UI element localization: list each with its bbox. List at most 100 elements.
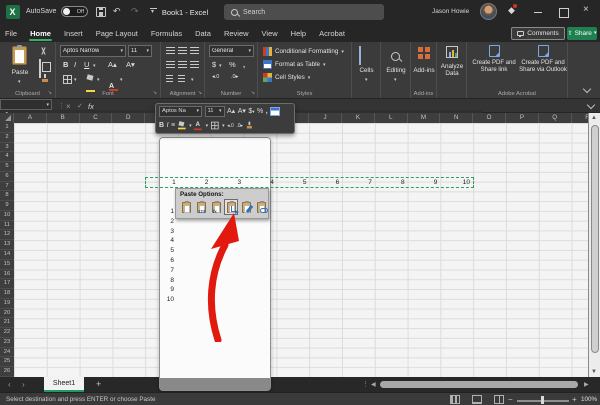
grid-cells[interactable] <box>14 123 588 377</box>
acrobat-button-1[interactable]: Create PDF and Share link <box>470 45 518 74</box>
insert-function-icon[interactable]: fx <box>88 102 94 111</box>
row-header-19[interactable]: 19 <box>0 299 14 309</box>
scroll-down-icon[interactable]: ▼ <box>591 369 597 375</box>
minimize-button[interactable] <box>533 7 543 17</box>
increase-indent-icon[interactable] <box>178 75 185 82</box>
mini-format-table-icon[interactable] <box>270 106 281 116</box>
font-size-select[interactable]: 11 ▾ <box>128 45 152 57</box>
mini-percent-icon[interactable]: % <box>257 108 263 115</box>
accounting-dropdown-icon[interactable]: ▾ <box>219 63 222 69</box>
align-bottom-icon[interactable] <box>190 47 199 54</box>
page-break-view-icon[interactable] <box>494 395 504 404</box>
row-header-1[interactable]: 1 <box>0 123 14 133</box>
close-button[interactable]: × <box>583 4 589 15</box>
tab-acrobat[interactable]: Acrobat <box>318 27 346 40</box>
mini-font-color-icon[interactable]: A <box>194 122 202 131</box>
vertical-scrollbar[interactable]: ▲ ▼ <box>588 113 600 377</box>
normal-view-icon[interactable] <box>450 395 460 404</box>
font-color-icon[interactable]: A <box>109 83 114 90</box>
increase-decimal-icon[interactable]: ◂.0 <box>212 74 219 80</box>
copied-range[interactable]: 1 2 3 4 5 6 7 8 9 10 <box>145 177 474 188</box>
align-center-icon[interactable] <box>178 61 187 68</box>
row-header-16[interactable]: 16 <box>0 270 14 280</box>
underline-button[interactable]: U <box>84 60 89 69</box>
mini-format-painter-icon[interactable] <box>246 121 253 130</box>
clipboard-dialog-launcher-icon[interactable]: ↘ <box>48 90 52 96</box>
accounting-format-icon[interactable]: $ <box>212 60 216 69</box>
decrease-decimal-icon[interactable]: .0▸ <box>231 74 238 80</box>
row-header-13[interactable]: 13 <box>0 240 14 250</box>
row-header-6[interactable]: 6 <box>0 172 14 182</box>
hscroll-right-icon[interactable]: ▶ <box>584 381 589 388</box>
mini-font-name-select[interactable]: Aptos Na ▾ <box>159 105 202 117</box>
tab-review[interactable]: Review <box>223 27 250 40</box>
align-left-icon[interactable] <box>166 61 175 68</box>
hscroll-left-icon[interactable]: ◀ <box>371 381 376 388</box>
editing-group[interactable]: Editing ▾ <box>381 42 411 98</box>
row-header-10[interactable]: 10 <box>0 211 14 221</box>
vertical-scroll-thumb[interactable] <box>590 125 599 353</box>
mini-borders-icon[interactable] <box>210 121 219 130</box>
scroll-up-icon[interactable]: ▲ <box>591 115 597 121</box>
bold-button[interactable]: B <box>63 60 68 69</box>
mini-fill-color-icon[interactable] <box>177 122 186 130</box>
decrease-indent-icon[interactable] <box>166 75 173 82</box>
font-color-dropdown-icon[interactable]: ▾ <box>120 77 123 83</box>
mini-fill-dropdown-icon[interactable]: ▾ <box>189 123 192 129</box>
number-format-select[interactable]: General ▾ <box>209 45 254 57</box>
save-icon[interactable] <box>96 7 106 17</box>
analyze-data-group[interactable]: Analyze Data <box>437 42 467 98</box>
row-header-5[interactable]: 5 <box>0 162 14 172</box>
copy-icon[interactable] <box>39 59 41 78</box>
cancel-entry-icon[interactable]: × <box>66 102 71 111</box>
column-header-O[interactable]: O <box>473 113 506 123</box>
grow-font-button[interactable]: A▴ <box>108 60 117 69</box>
row-header-3[interactable]: 3 <box>0 143 14 153</box>
column-header-L[interactable]: L <box>375 113 408 123</box>
tab-view[interactable]: View <box>261 27 279 40</box>
sheet-tab[interactable]: Sheet1 <box>44 377 84 392</box>
shrink-font-button[interactable]: A▾ <box>126 60 135 69</box>
gem-icon[interactable]: ◆ <box>508 4 517 16</box>
zoom-out-icon[interactable]: − <box>508 395 513 404</box>
tab-file[interactable]: File <box>4 27 18 40</box>
pasted-column[interactable]: 1 2 3 4 5 6 7 8 9 10 <box>145 207 174 307</box>
scrollbar-resize-handle[interactable]: ⋮ <box>362 380 369 388</box>
mini-increase-decimal-icon[interactable]: ◂.0 <box>227 123 234 129</box>
undo-icon[interactable]: ↶ <box>113 6 121 17</box>
acrobat-button-2[interactable]: Create PDF and Share via Outlook <box>519 45 567 74</box>
percent-style-icon[interactable]: % <box>229 60 236 69</box>
row-header-26[interactable]: 26 <box>0 367 14 378</box>
mini-align-icon[interactable]: ≡ <box>171 122 175 129</box>
row-header-12[interactable]: 12 <box>0 230 14 241</box>
align-middle-icon[interactable] <box>178 47 187 54</box>
horizontal-scroll-thumb[interactable] <box>380 381 578 388</box>
sheet-prev-icon[interactable]: ‹ <box>8 380 11 389</box>
column-header-A[interactable]: A <box>14 113 47 123</box>
zoom-in-icon[interactable]: + <box>572 395 577 404</box>
tab-help[interactable]: Help <box>290 27 307 40</box>
paste-option-paste[interactable] <box>179 199 193 215</box>
tab-formulas[interactable]: Formulas <box>150 27 183 40</box>
column-header-M[interactable]: M <box>408 113 441 123</box>
paste-option-paste-link[interactable] <box>254 199 268 215</box>
tab-page-layout[interactable]: Page Layout <box>95 27 139 40</box>
number-dialog-launcher-icon[interactable]: ↘ <box>251 90 255 96</box>
styles-item-conditional-formatting[interactable]: Conditional Formatting ▾ <box>263 45 344 58</box>
row-header-20[interactable]: 20 <box>0 309 14 319</box>
column-header-Q[interactable]: Q <box>539 113 572 123</box>
borders-icon[interactable] <box>63 75 72 84</box>
mini-italic-button[interactable]: I <box>167 122 169 129</box>
share-button[interactable]: ⇧ Share ▾ <box>567 26 597 40</box>
tab-insert[interactable]: Insert <box>63 27 84 40</box>
zoom-slider-thumb[interactable] <box>541 396 544 404</box>
row-header-8[interactable]: 8 <box>0 191 14 202</box>
align-right-icon[interactable] <box>190 61 199 68</box>
comma-style-icon[interactable]: , <box>243 60 245 69</box>
mini-shrink-font-icon[interactable]: A▾ <box>238 107 246 115</box>
mini-bold-button[interactable]: B <box>159 122 164 129</box>
comments-button[interactable]: Comments <box>511 26 565 40</box>
mini-decrease-decimal-icon[interactable]: .0▸ <box>236 123 243 129</box>
search-input[interactable]: Search <box>224 4 384 20</box>
paste-button[interactable]: Paste ▾ <box>7 45 33 89</box>
